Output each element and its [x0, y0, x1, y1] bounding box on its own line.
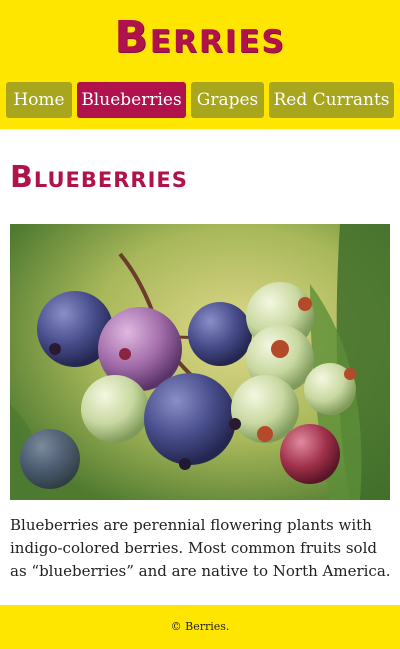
nav-item-home[interactable]: Home [6, 82, 72, 118]
nav-item-red-currants[interactable]: Red Currants [269, 82, 394, 118]
site-footer: © Berries. [0, 605, 400, 649]
blueberries-illustration [10, 224, 390, 500]
site-header: Berries Home Blueberries Grapes Red Curr… [0, 0, 400, 129]
copyright-text: © Berries. [170, 620, 230, 633]
berry-description: Blueberries are perennial flowering plan… [10, 516, 391, 580]
nav-item-blueberries[interactable]: Blueberries [77, 82, 186, 118]
site-title: Berries [114, 12, 286, 63]
nav-item-grapes[interactable]: Grapes [191, 82, 264, 118]
page-title: Blueberries [10, 160, 188, 195]
blueberries-image [10, 224, 390, 500]
